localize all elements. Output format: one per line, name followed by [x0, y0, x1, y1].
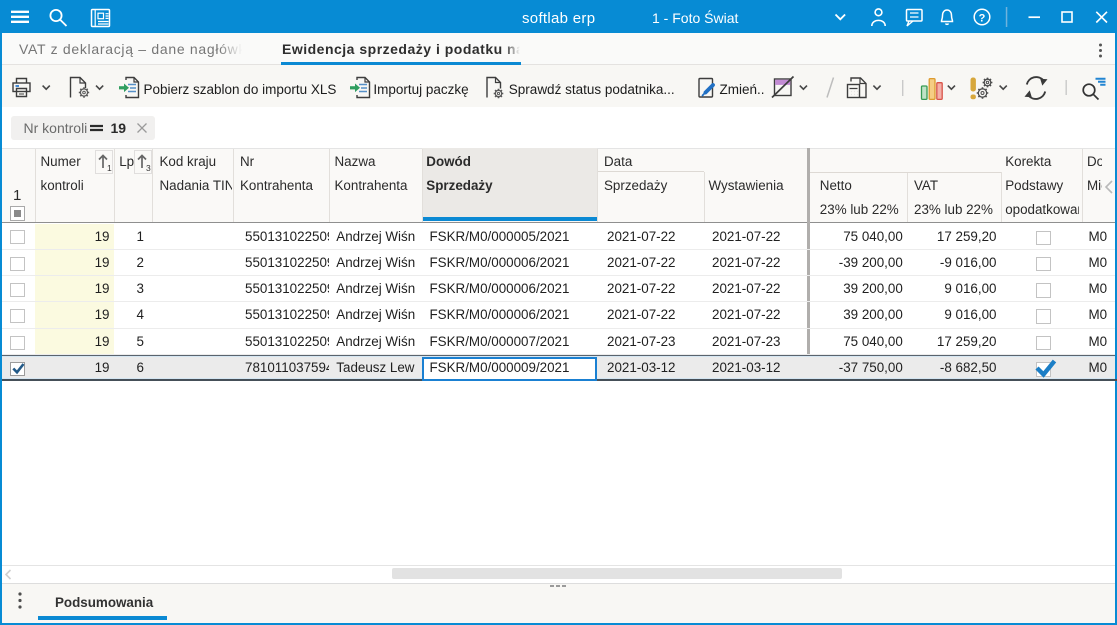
svg-text:1: 1 [107, 163, 112, 173]
svg-text:3: 3 [146, 163, 151, 173]
